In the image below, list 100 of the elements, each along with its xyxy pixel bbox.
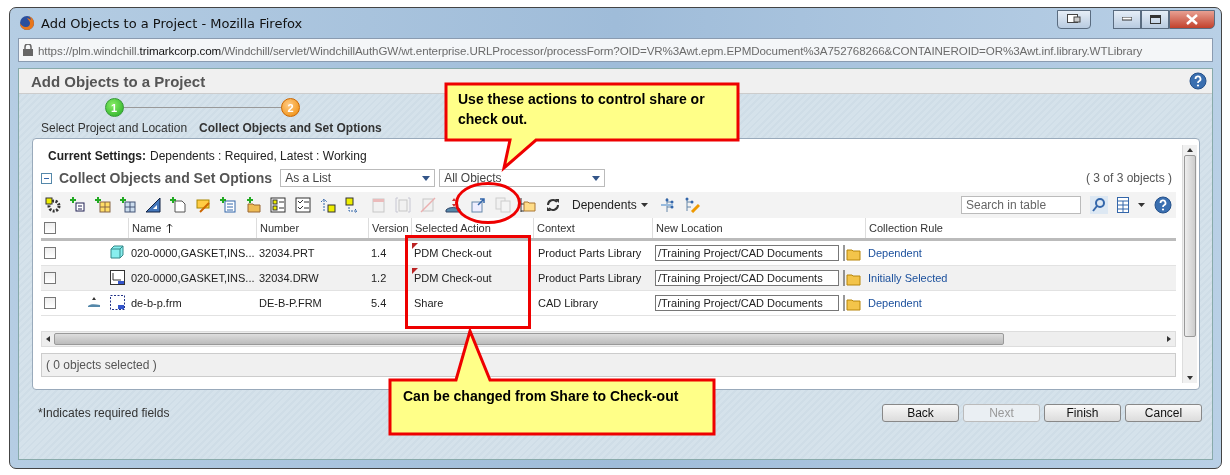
settings-value: Dependents : Required, Latest : Working: [150, 149, 367, 163]
wizard-button[interactable]: Cancel: [1125, 404, 1202, 422]
collection-rule-link[interactable]: Initially Selected: [868, 272, 948, 284]
caret-icon[interactable]: [1138, 203, 1145, 207]
action-cell[interactable]: Share: [414, 297, 444, 309]
location-field[interactable]: /Training Project/CAD Documents: [655, 245, 839, 261]
caret-icon: [592, 175, 601, 181]
table-row[interactable]: de-b-p.frm DE-B-P.FRM 5.4 Share CAD Library /Training Project/CAD Documents Dependent: [41, 291, 1176, 316]
refresh-icon[interactable]: [545, 197, 561, 213]
plus-tree-icon[interactable]: [70, 197, 86, 213]
wizard-button[interactable]: Back: [882, 404, 959, 422]
required-fields-note: *Indicates required fields: [38, 406, 170, 420]
column-header[interactable]: New Location: [656, 222, 723, 234]
context-cell: Product Parts Library: [538, 272, 642, 284]
minimize-icon: [1122, 17, 1132, 21]
window-mode-button[interactable]: [1057, 9, 1091, 29]
dependents-menu[interactable]: Dependents: [570, 198, 650, 212]
maximize-button[interactable]: [1141, 9, 1169, 29]
action-cell[interactable]: PDM Check-out: [414, 247, 492, 259]
gear-icon[interactable]: [45, 197, 61, 213]
pencil-note-icon[interactable]: [195, 197, 211, 213]
name-cell: de-b-p.frm: [131, 297, 182, 309]
minimize-button[interactable]: [1113, 9, 1141, 29]
step-label[interactable]: Collect Objects and Set Options: [199, 121, 382, 135]
action-cell[interactable]: PDM Check-out: [414, 272, 492, 284]
help-icon[interactable]: [1189, 72, 1207, 90]
step-label[interactable]: Select Project and Location: [41, 121, 188, 135]
plus-list-icon[interactable]: [220, 197, 236, 213]
page-title: Add Objects to a Project: [31, 72, 206, 90]
close-button[interactable]: [1169, 9, 1215, 29]
settings-label: Current Settings:: [48, 149, 146, 163]
cube-icon: [110, 245, 124, 259]
search-icon[interactable]: [1090, 196, 1108, 214]
number-cell: 32034.DRW: [259, 272, 319, 284]
row-checkbox[interactable]: [44, 272, 56, 284]
folder-icon[interactable]: [843, 269, 861, 287]
version-cell: 1.4: [371, 247, 387, 259]
number-cell: 32034.PRT: [259, 247, 315, 259]
view-select[interactable]: As a List: [280, 169, 436, 187]
number-cell: DE-B-P.FRM: [259, 297, 322, 309]
select-all-checkbox[interactable]: [44, 222, 56, 234]
collapse-icon[interactable]: [41, 172, 52, 184]
column-header[interactable]: Collection Rule: [869, 222, 943, 234]
step-number: 2: [280, 98, 300, 117]
object-count: ( 3 of 3 objects ): [1085, 171, 1172, 185]
selection-status: ( 0 objects selected ): [46, 358, 157, 372]
tree-icon[interactable]: [658, 197, 675, 213]
row-checkbox[interactable]: [44, 297, 56, 309]
location-field[interactable]: /Training Project/CAD Documents: [655, 270, 839, 286]
plus-document-icon[interactable]: [170, 197, 186, 213]
share-hand-icon[interactable]: [445, 197, 461, 213]
horizontal-scrollbar[interactable]: [41, 331, 1176, 347]
column-header[interactable]: Context: [537, 222, 575, 234]
close-icon: [1186, 13, 1198, 25]
caret-icon: [422, 175, 431, 181]
highlight-ellipse: [455, 182, 521, 224]
tree-pencil-icon[interactable]: [683, 197, 700, 213]
maximize-icon: [1149, 14, 1161, 24]
column-header[interactable]: Number: [260, 222, 300, 234]
context-cell: CAD Library: [538, 297, 598, 309]
address-field[interactable]: https://plm.windchill.trimarkcorp.com/Windchill/servlet/WindchillAuthGW/wt.enterprise.URLProcessor/processForm?OID=VR%3Awt.epm.EPMDocument%3A752768266&CONTAINEROID=OR%3Awt.inf.library.WTLibrary: [18, 38, 1213, 62]
column-header[interactable]: Name: [132, 222, 162, 234]
lock-icon: [23, 44, 33, 56]
column-header[interactable]: Selected Action: [415, 222, 491, 234]
plus-table-icon[interactable]: [95, 197, 111, 213]
checklist-icon[interactable]: [295, 197, 311, 213]
drawing-sheet-icon: [110, 269, 125, 285]
collection-rule-link[interactable]: Dependent: [868, 247, 922, 259]
column-header[interactable]: Version: [372, 222, 409, 234]
firefox-logo-icon: [19, 15, 35, 31]
dotted-arrow-icon[interactable]: [320, 197, 336, 213]
name-cell: 020-0000,GASKET,INS...: [131, 247, 255, 259]
step-number: 1: [104, 98, 124, 117]
location-field[interactable]: /Training Project/CAD Documents: [655, 295, 839, 311]
wizard-button[interactable]: Finish: [1044, 404, 1121, 422]
version-cell: 1.2: [371, 272, 387, 284]
grid-icon[interactable]: [270, 197, 286, 213]
row-checkbox[interactable]: [44, 247, 56, 259]
help-icon[interactable]: [1154, 196, 1172, 214]
vertical-scrollbar[interactable]: [1182, 145, 1197, 383]
window-title: Add Objects to a Project - Mozilla Firefox: [41, 15, 303, 31]
table-view-icon[interactable]: [1117, 197, 1129, 213]
table-row[interactable]: 020-0000,GASKET,INS... 32034.DRW 1.2 PDM Check-out Product Parts Library /Training Project/CAD Documents Initially Selected: [41, 266, 1176, 291]
collection-rule-link[interactable]: Dependent: [868, 297, 922, 309]
callout-text: Use these actions to control share or check out.: [458, 90, 706, 129]
arrow-document-icon[interactable]: [470, 197, 486, 213]
folder-icon[interactable]: [843, 244, 861, 262]
plus-folder-icon[interactable]: [245, 197, 261, 213]
folder-icon[interactable]: [843, 294, 861, 312]
triangle-icon[interactable]: [145, 197, 161, 213]
filter-select[interactable]: All Objects: [439, 169, 606, 187]
section-title: Collect Objects and Set Options: [59, 170, 273, 186]
version-cell: 5.4: [371, 297, 387, 309]
caret-icon: [640, 203, 648, 207]
folder-tree-icon[interactable]: [520, 197, 536, 213]
search-field[interactable]: Search in table: [961, 196, 1081, 214]
dashed-sheet-icon: [110, 294, 125, 310]
context-cell: Product Parts Library: [538, 247, 642, 259]
plus-grid-icon[interactable]: [120, 197, 136, 213]
name-cell: 020-0000,GASKET,INS...: [131, 272, 255, 284]
